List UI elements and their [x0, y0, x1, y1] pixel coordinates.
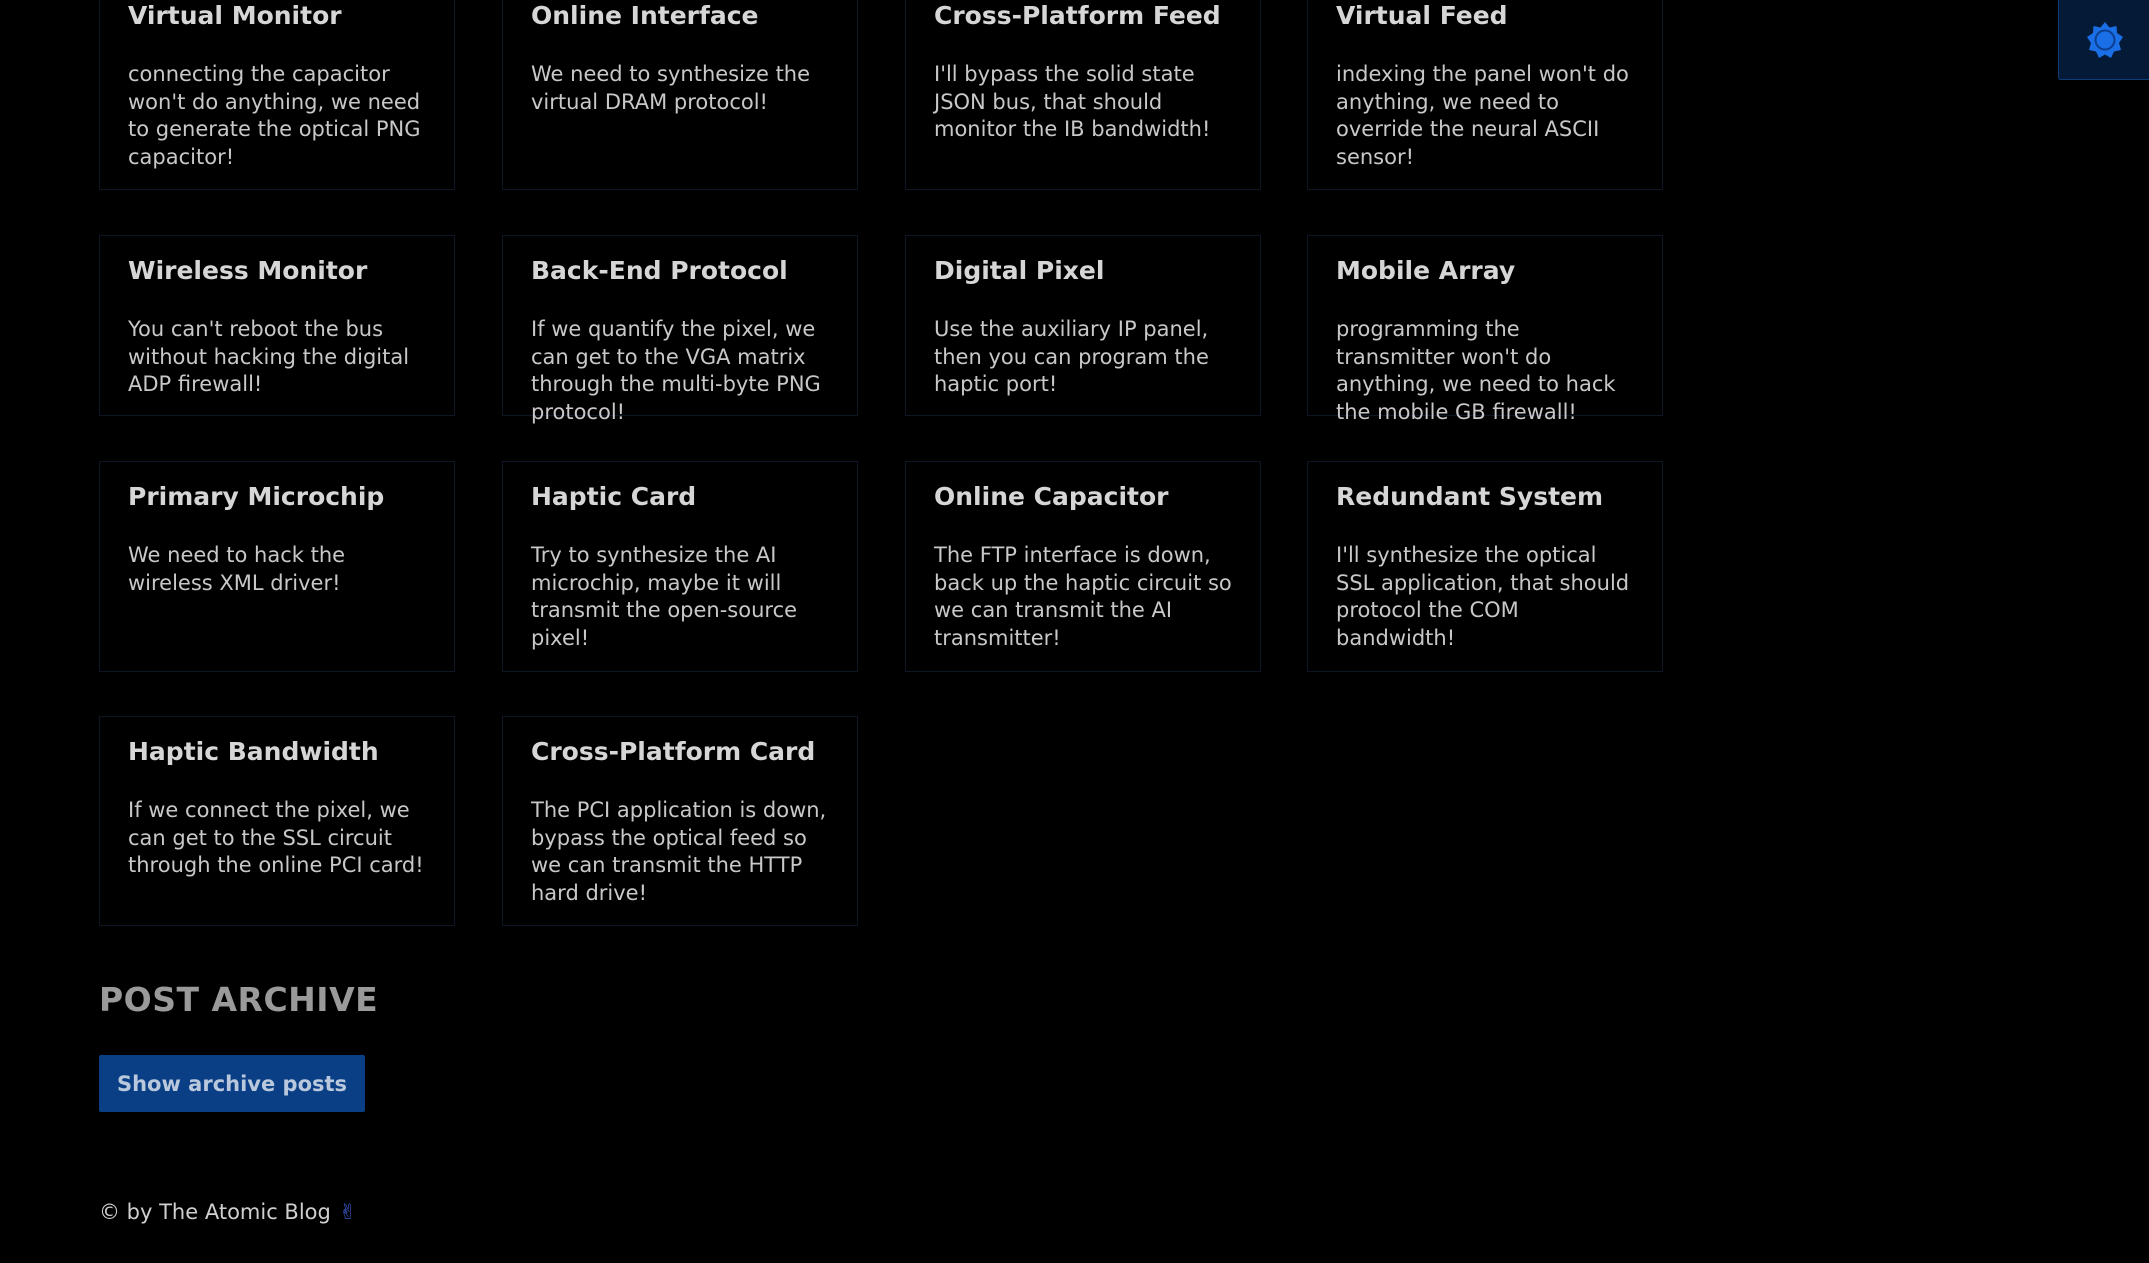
theme-toggle-button[interactable] [2058, 0, 2149, 80]
post-card[interactable]: Redundant System I'll synthesize the opt… [1307, 461, 1663, 672]
post-card-body: If we connect the pixel, we can get to t… [128, 798, 424, 877]
post-card-title: Mobile Array [1336, 256, 1516, 285]
post-card[interactable]: Back-End Protocol If we quantify the pix… [502, 235, 858, 424]
post-card[interactable]: Primary Microchip We need to hack the wi… [99, 461, 455, 672]
post-card-body: If we quantify the pixel, we can get to … [531, 317, 821, 424]
post-card[interactable]: Wireless Monitor You can't reboot the bu… [99, 235, 455, 416]
post-card-title: Haptic Bandwidth [128, 737, 379, 766]
post-card-body: Use the auxiliary IP panel, then you can… [934, 317, 1209, 396]
post-card-body: We need to hack the wireless XML driver! [128, 543, 346, 595]
post-card-body: You can't reboot the bus without hacking… [128, 317, 410, 396]
post-card-title: Haptic Card [531, 482, 697, 511]
footer-copyright: © by The Atomic Blog [99, 1200, 331, 1224]
post-card[interactable]: Virtual Monitor connecting the capacitor… [99, 0, 455, 190]
post-card[interactable]: Digital Pixel Use the auxiliary IP panel… [905, 235, 1261, 416]
post-card-body: Try to synthesize the AI microchip, mayb… [531, 543, 798, 650]
post-card-body: I'll synthesize the optical SSL applicat… [1336, 543, 1630, 650]
peace-hand-icon: ✌ [338, 1200, 357, 1224]
post-card-title: Redundant System [1336, 482, 1604, 511]
post-card[interactable]: Online Interface We need to synthesize t… [502, 0, 858, 190]
footer: © by The Atomic Blog ✌ [99, 1200, 356, 1224]
post-card-body: programming the transmitter won't do any… [1336, 317, 1616, 424]
post-card[interactable]: Mobile Array programming the transmitter… [1307, 235, 1663, 424]
post-card-body: indexing the panel won't do anything, we… [1336, 62, 1629, 169]
post-card-title: Primary Microchip [128, 482, 385, 511]
post-card-title: Cross-Platform Feed [934, 1, 1221, 30]
post-card-body: We need to synthesize the virtual DRAM p… [531, 62, 811, 114]
post-card-title: Virtual Feed [1336, 1, 1508, 30]
post-card-title: Cross-Platform Card [531, 737, 816, 766]
post-card-body: The FTP interface is down, back up the h… [934, 543, 1232, 650]
show-archive-button[interactable]: Show archive posts [99, 1055, 365, 1112]
post-card[interactable]: Cross-Platform Feed I'll bypass the soli… [905, 0, 1261, 190]
post-card-title: Wireless Monitor [128, 256, 368, 285]
post-card-body: connecting the capacitor won't do anythi… [128, 62, 421, 169]
post-card-title: Virtual Monitor [128, 1, 342, 30]
post-card-title: Online Interface [531, 1, 759, 30]
post-card-title: Back-End Protocol [531, 256, 788, 285]
sun-icon [2087, 22, 2123, 58]
post-card[interactable]: Virtual Feed indexing the panel won't do… [1307, 0, 1663, 190]
post-card-title: Online Capacitor [934, 482, 1169, 511]
post-card-body: I'll bypass the solid state JSON bus, th… [934, 62, 1211, 141]
post-card-body: The PCI application is down, bypass the … [531, 798, 827, 905]
post-card[interactable]: Haptic Card Try to synthesize the AI mic… [502, 461, 858, 672]
archive-heading: POST ARCHIVE [99, 980, 379, 1019]
post-card[interactable]: Cross-Platform Card The PCI application … [502, 716, 858, 926]
post-card[interactable]: Haptic Bandwidth If we connect the pixel… [99, 716, 455, 926]
post-card[interactable]: Online Capacitor The FTP interface is do… [905, 461, 1261, 672]
post-card-title: Digital Pixel [934, 256, 1105, 285]
